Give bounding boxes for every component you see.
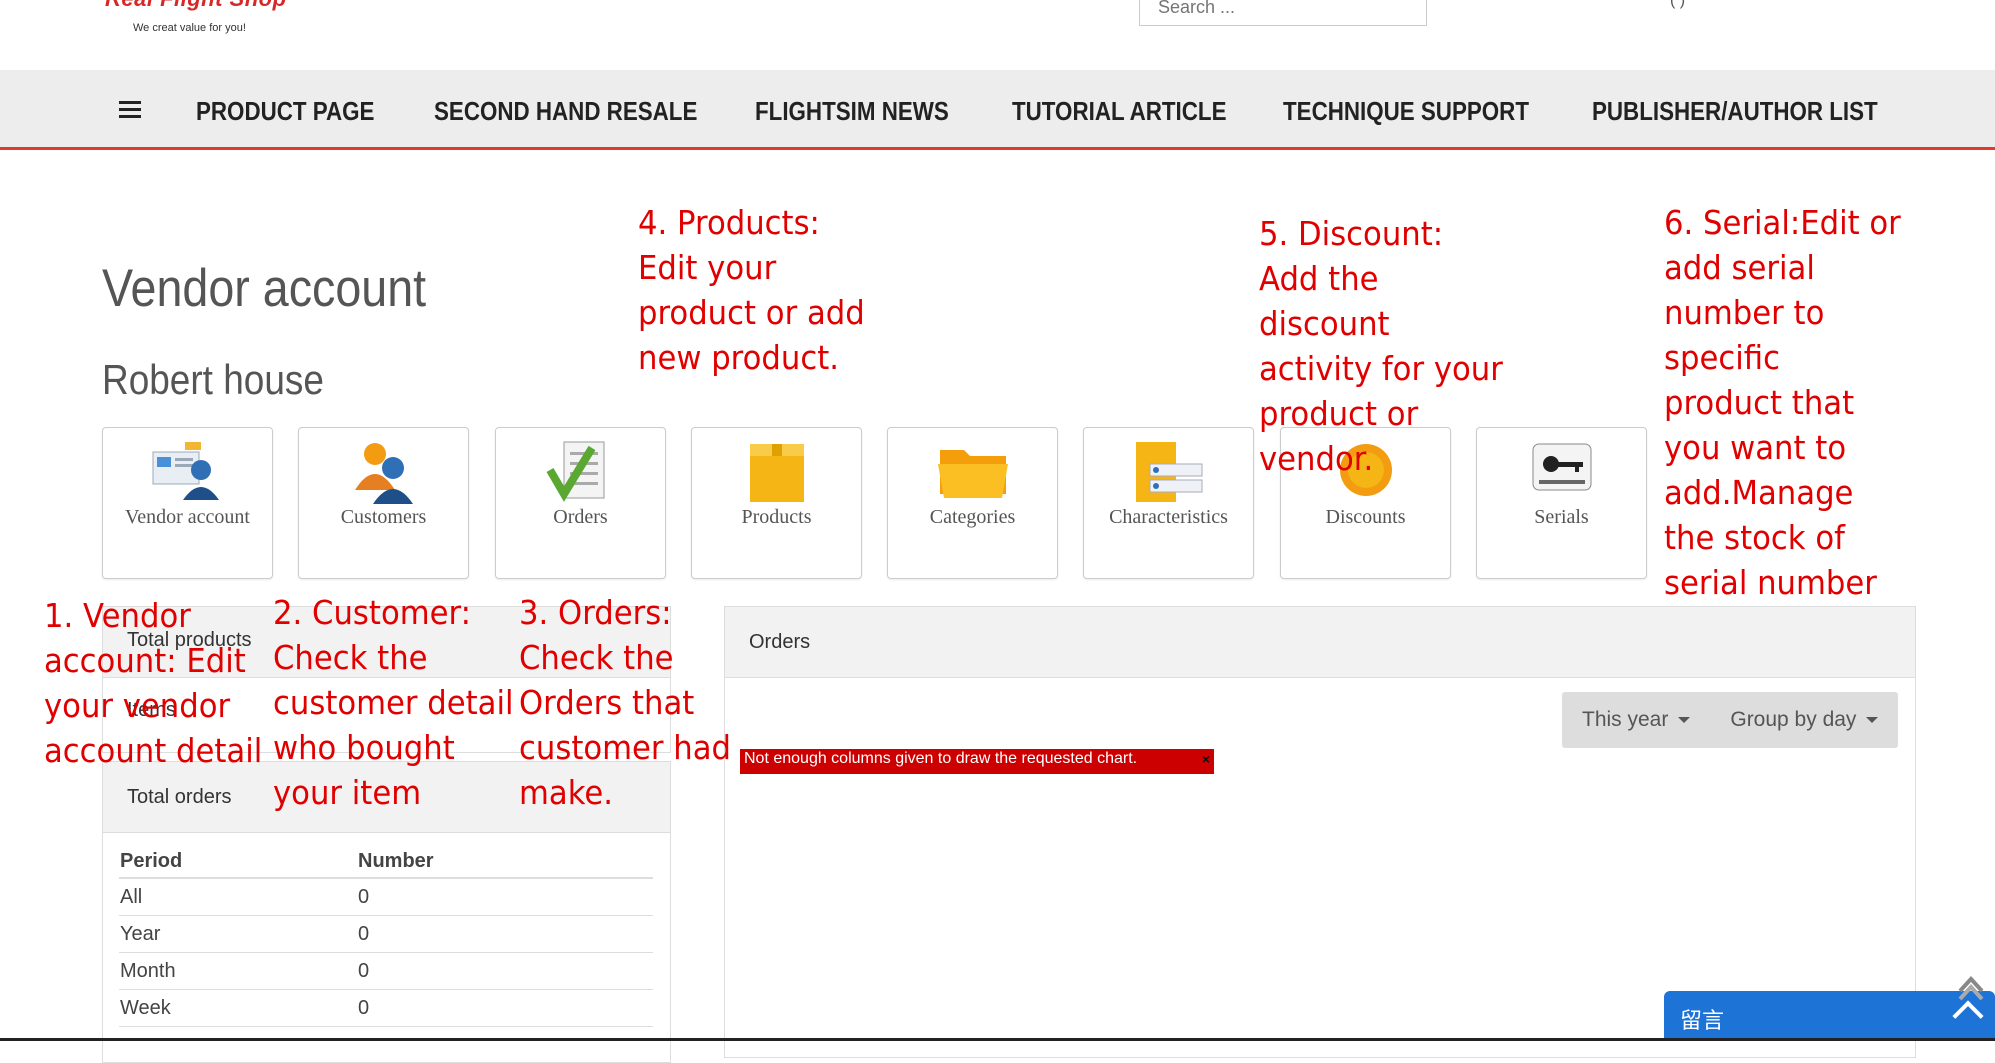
orders-icon (546, 441, 605, 502)
vendor-account-icon (152, 442, 219, 500)
annotation-serial: 6. Serial:Edit or add serial number to s… (1664, 203, 1901, 602)
caret-down-icon (1678, 717, 1691, 724)
key-icon (1532, 443, 1592, 491)
tile-orders[interactable]: Orders (495, 427, 666, 579)
nav-technique-support[interactable]: TECHNIQUE SUPPORT (1283, 96, 1529, 127)
tile-products[interactable]: Products (691, 427, 862, 579)
vendor-name: Robert house (102, 356, 324, 403)
tile-label: Characteristics (1109, 506, 1228, 528)
characteristics-icon (1136, 442, 1203, 502)
orders-chart-title: Orders (749, 631, 811, 653)
tile-label: Serials (1534, 506, 1589, 528)
annotation-products: 4. Products: Edit your product or add ne… (638, 203, 865, 377)
number-cell: 0 (357, 952, 653, 990)
tile-label: Customers (340, 506, 427, 528)
tile-label: Discounts (1325, 506, 1406, 528)
number-cell: 0 (357, 878, 653, 916)
period-cell: Year (119, 915, 357, 953)
column-header: Number (357, 846, 653, 879)
tile-characteristics[interactable]: Characteristics (1083, 427, 1254, 579)
customers-icon (355, 443, 413, 504)
logo-text[interactable]: Real Flight Shop (105, 0, 287, 12)
chart-filter-button-group: This year Group by day (1562, 692, 1899, 748)
panel-header (725, 607, 1915, 678)
tile-label: Vendor account (125, 506, 250, 528)
chart-error-message: Not enough columns given to draw the req… (740, 749, 1214, 774)
products-box-icon (750, 444, 804, 502)
tile-vendor-account[interactable]: Vendor account (102, 427, 273, 579)
annotation-discount: 5. Discount: Add the discount activity f… (1259, 214, 1503, 478)
total-orders-title: Total orders (127, 786, 232, 808)
column-header: Period (119, 846, 357, 879)
number-cell: 0 (357, 915, 653, 953)
close-icon[interactable]: × (1202, 751, 1210, 767)
annotation-vendor-account: 1. Vendor account: Edit your vendor acco… (44, 596, 263, 770)
annotation-customer: 2. Customer: Check the customer detail w… (273, 593, 514, 812)
header-misc-text[interactable]: ( ) (1670, 0, 1685, 10)
orders-stats-table: Period Number All 0 Year 0 Month 0 Week … (119, 846, 653, 1027)
table-row: Year 0 (119, 915, 653, 953)
period-cell: Month (119, 952, 357, 990)
period-cell: All (119, 878, 357, 916)
period-dropdown-button[interactable]: This year (1562, 692, 1710, 748)
tile-customers[interactable]: Customers (298, 427, 469, 579)
folder-icon (938, 450, 1008, 498)
tile-label: Categories (929, 506, 1016, 528)
caret-down-icon (1866, 717, 1879, 724)
table-row: All 0 (119, 878, 653, 916)
table-row: Month 0 (119, 952, 653, 990)
number-cell: 0 (357, 989, 653, 1027)
period-label: This year (1582, 708, 1669, 731)
page-title: Vendor account (102, 259, 427, 318)
chat-widget[interactable]: 留言 (1664, 991, 1995, 1041)
table-row: Week 0 (119, 989, 653, 1027)
hamburger-menu-icon[interactable] (119, 101, 141, 118)
nav-publisher-author-list[interactable]: PUBLISHER/AUTHOR LIST (1592, 96, 1878, 127)
period-cell: Week (119, 989, 357, 1027)
tile-categories[interactable]: Categories (887, 427, 1058, 579)
nav-flightsim-news[interactable]: FLIGHTSIM NEWS (755, 96, 949, 127)
annotation-orders: 3. Orders: Check the Orders that custome… (519, 593, 732, 812)
nav-tutorial-article[interactable]: TUTORIAL ARTICLE (1012, 96, 1226, 127)
nav-product-page[interactable]: PRODUCT PAGE (196, 96, 374, 127)
logo-tagline: We creat value for you! (133, 22, 246, 34)
tile-label: Products (741, 506, 812, 528)
scroll-to-top-icon[interactable] (1956, 973, 1986, 1003)
search-input[interactable] (1139, 0, 1427, 26)
chevron-up-icon[interactable] (1952, 1000, 1984, 1032)
tile-label: Orders (553, 506, 608, 528)
group-by-dropdown-button[interactable]: Group by day (1710, 692, 1898, 748)
nav-second-hand-resale[interactable]: SECOND HAND RESALE (434, 96, 697, 127)
error-text: Not enough columns given to draw the req… (744, 750, 1138, 767)
group-label: Group by day (1730, 708, 1857, 731)
chat-label: 留言 (1680, 1008, 1725, 1033)
